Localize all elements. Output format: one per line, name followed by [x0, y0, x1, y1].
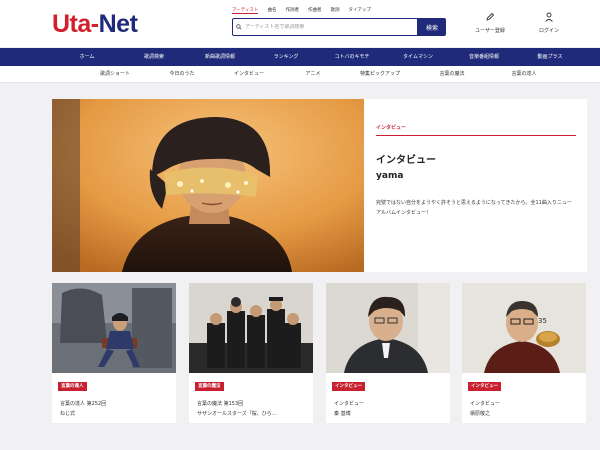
search-type-tabs: アーティスト 曲名 作詞者 作曲者 歌詞 タイアップ	[232, 7, 380, 14]
subnav-kotoba-no-mahou[interactable]: 言葉の魔法	[439, 66, 464, 83]
register-label: ユーザー登録	[475, 28, 505, 34]
nav-lyrics-search[interactable]: 歌詞検索	[144, 48, 164, 66]
nav-video-plus[interactable]: 動画プラス	[538, 48, 563, 66]
login-label: ログイン	[539, 28, 560, 34]
card-photo	[52, 283, 176, 373]
card-photo	[326, 283, 450, 373]
article-card[interactable]: 言葉の達人 言葉の達人 第252回 ねじ式	[52, 283, 176, 423]
subnav-anime[interactable]: アニメ	[306, 66, 321, 83]
logo-part-uta: Uta-	[52, 10, 99, 38]
user-icon	[544, 12, 554, 27]
search-tab-title[interactable]: 曲名	[267, 7, 276, 14]
card-tag: インタビュー	[468, 382, 501, 391]
card-artist: 秦 基博	[334, 411, 351, 417]
nav-time-machine[interactable]: タイムマシン	[403, 48, 433, 66]
card-artist: ねじ式	[60, 411, 76, 417]
pencil-icon	[485, 12, 495, 27]
search-tab-lyricist[interactable]: 作詞者	[285, 7, 299, 14]
featured-article[interactable]: インタビュー インタビュー yama 完璧ではない自分をようやく許そうと思えるよ…	[52, 99, 587, 272]
featured-photo[interactable]	[52, 99, 364, 272]
featured-divider	[376, 135, 576, 136]
site-header: Uta-Net アーティスト 曲名 作詞者 作曲者 歌詞 タイアップ 検索 ユー…	[0, 0, 600, 47]
search-tab-artist[interactable]: アーティスト	[232, 7, 259, 14]
nav-ranking[interactable]: ランキング	[274, 48, 299, 66]
search-tab-tieup[interactable]: タイアップ	[348, 7, 371, 14]
card-series: 言葉の魔法 第153回	[197, 401, 244, 407]
sub-nav: 歌詞ショート 今日のうた インタビュー アニメ 特集ピックアップ 言葉の魔法 言…	[0, 66, 600, 83]
featured-text: インタビュー インタビュー yama 完璧ではない自分をようやく許そうと思えるよ…	[376, 99, 576, 272]
card-tag: 言葉の魔法	[195, 382, 224, 391]
search-tab-composer[interactable]: 作曲者	[308, 7, 322, 14]
article-card[interactable]: 言葉の魔法 言葉の魔法 第153回 サザンオールスターズ「桜、ひら…	[189, 283, 313, 423]
subnav-kotoba-no-tatsujin[interactable]: 言葉の達人	[511, 66, 536, 83]
subnav-feature-pickup[interactable]: 特集ピックアップ	[360, 66, 400, 83]
card-tag: 言葉の達人	[58, 382, 87, 391]
nav-music-programs[interactable]: 音楽番組情報	[469, 48, 499, 66]
search-button[interactable]: 検索	[418, 18, 446, 36]
article-card[interactable]: 35 インタビュー インタビュー 槇原敬之	[462, 283, 586, 423]
register-button[interactable]: ユーザー登録	[475, 12, 505, 34]
subnav-lyrics-short[interactable]: 歌詞ショート	[100, 66, 130, 83]
svg-text:35: 35	[538, 317, 547, 325]
featured-artist[interactable]: yama	[376, 171, 403, 181]
featured-description: 完璧ではない自分をようやく許そうと思えるようになってきたから。全11曲入りニュー…	[376, 200, 572, 216]
logo-part-net: Net	[98, 10, 138, 38]
subnav-todays-song[interactable]: 今日のうた	[169, 66, 194, 83]
card-photo	[189, 283, 313, 373]
card-photo: 35	[462, 283, 586, 373]
login-button[interactable]: ログイン	[539, 12, 559, 34]
article-card[interactable]: インタビュー インタビュー 秦 基博	[326, 283, 450, 423]
card-artist: 槇原敬之	[470, 411, 491, 417]
search-box	[232, 18, 418, 36]
site-logo[interactable]: Uta-Net	[52, 10, 138, 39]
main-nav: ホーム 歌詞検索 新曲歌詞情報 ランキング コトバのキモチ タイムマシン 音楽番…	[0, 48, 600, 66]
nav-new-lyrics[interactable]: 新曲歌詞情報	[205, 48, 235, 66]
featured-category: インタビュー	[376, 125, 407, 131]
card-artist: サザンオールスターズ「桜、ひら…	[197, 411, 277, 417]
featured-title[interactable]: インタビュー	[376, 151, 436, 166]
search-icon	[233, 24, 245, 30]
card-series: インタビュー	[334, 401, 365, 407]
search-tab-lyrics[interactable]: 歌詞	[330, 7, 339, 14]
card-series: 言葉の達人 第252回	[60, 401, 107, 407]
card-series: インタビュー	[470, 401, 501, 407]
search-input[interactable]	[245, 24, 413, 30]
subnav-interview[interactable]: インタビュー	[234, 66, 264, 83]
nav-home[interactable]: ホーム	[80, 48, 95, 66]
nav-kotoba-no-kimochi[interactable]: コトバのキモチ	[334, 48, 369, 66]
card-tag: インタビュー	[332, 382, 365, 391]
